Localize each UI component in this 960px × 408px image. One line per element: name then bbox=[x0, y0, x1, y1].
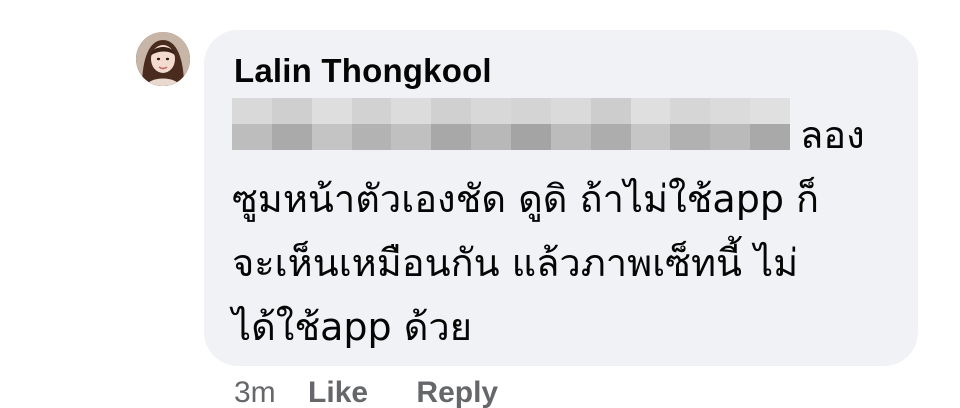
comment-text-line-1: ลอง bbox=[800, 113, 865, 157]
redacted-text-blur bbox=[232, 98, 790, 150]
comment-view: Lalin Thongkool ลอง ซูมหน้าตัวเองชัด ดูด… bbox=[0, 0, 960, 408]
comment-text-line-4: ได้ใช้app ด้วย bbox=[232, 305, 473, 349]
comment-author-name[interactable]: Lalin Thongkool bbox=[234, 52, 492, 90]
reply-button[interactable]: Reply bbox=[416, 376, 498, 408]
avatar[interactable] bbox=[136, 32, 190, 86]
comment-text-line-2: ซูมหน้าตัวเองชัด ดูดิ ถ้าไม่ใช้app ก็ bbox=[232, 177, 820, 221]
profile-photo-icon bbox=[136, 32, 190, 86]
comment-text-line-3: จะเห็นเหมือนกัน แล้วภาพเซ็ทนี้ ไม่ bbox=[232, 241, 799, 285]
comment-timestamp[interactable]: 3m bbox=[234, 376, 276, 408]
comment-actions: 3m Like Reply bbox=[234, 376, 538, 408]
like-button[interactable]: Like bbox=[308, 376, 368, 408]
